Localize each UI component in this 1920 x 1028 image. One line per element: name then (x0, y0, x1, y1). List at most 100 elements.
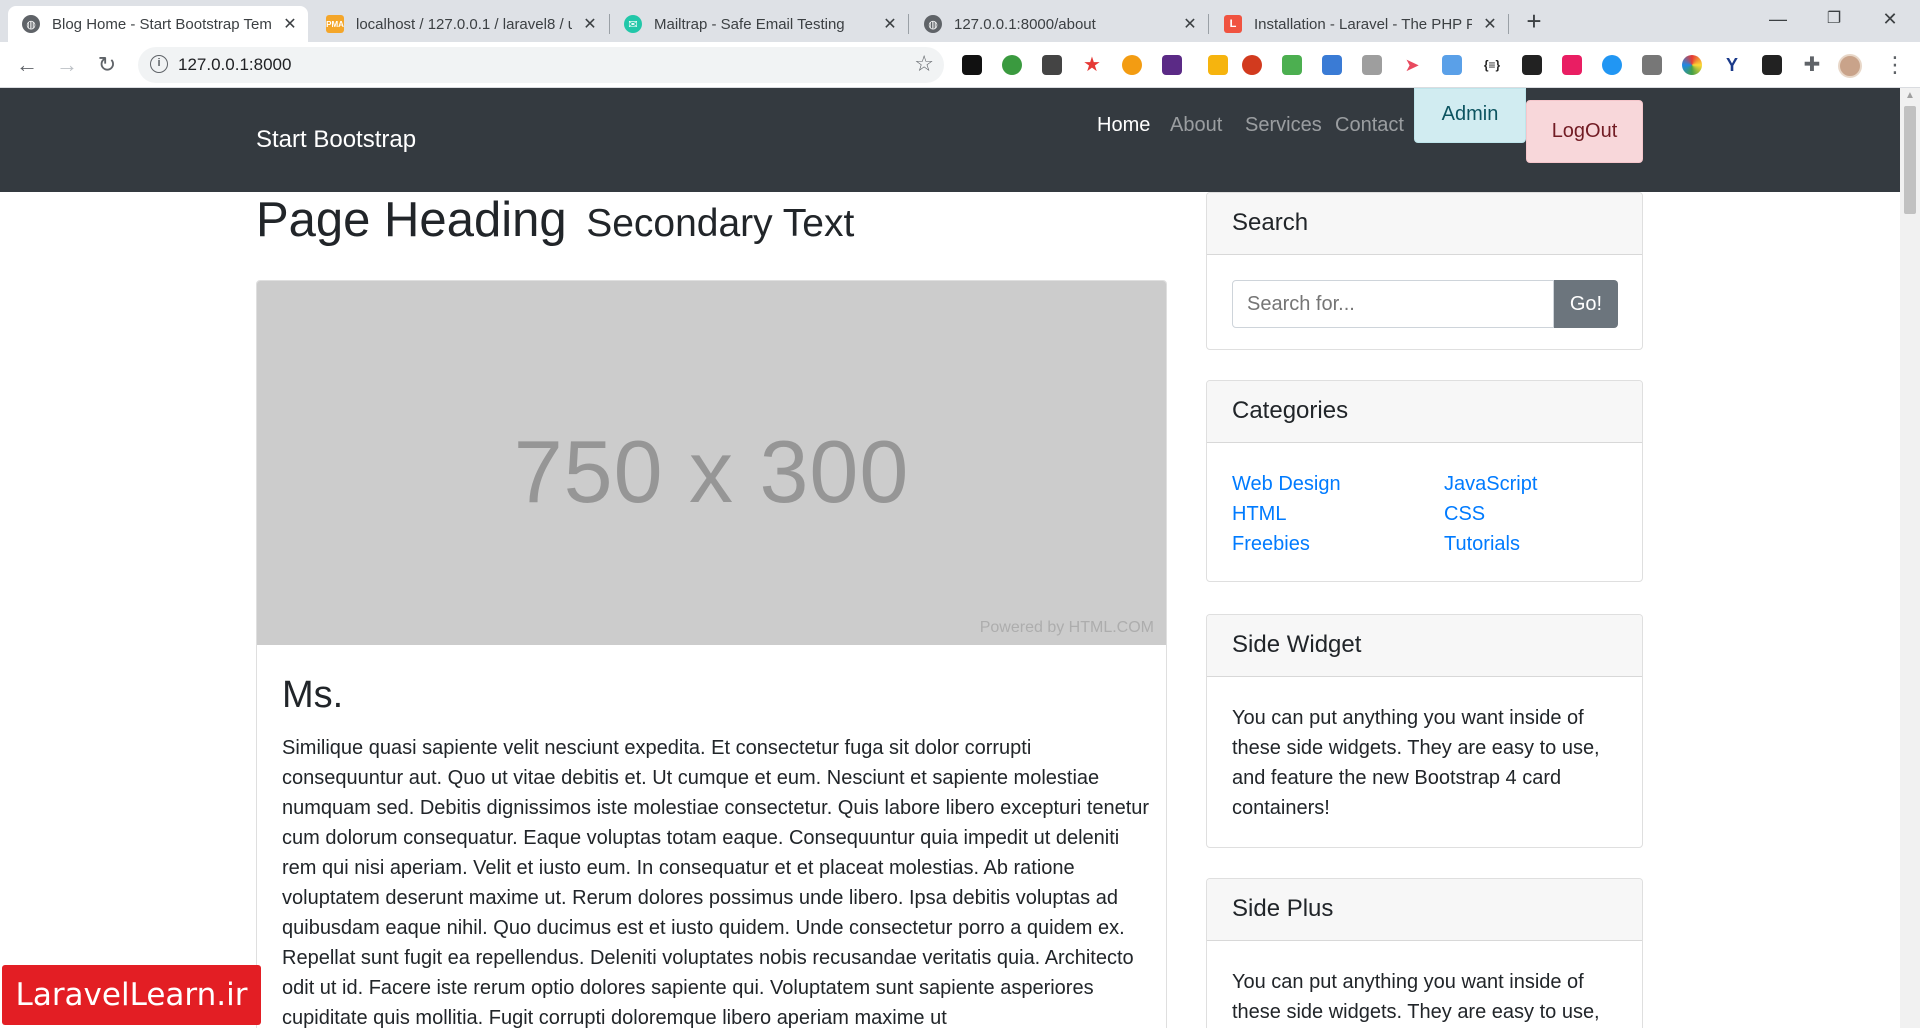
site-navbar: Start Bootstrap Home About Services Cont… (0, 88, 1900, 192)
category-link[interactable]: Web Design (1232, 469, 1444, 499)
scrollbar-thumb[interactable] (1904, 106, 1916, 214)
close-window-button[interactable]: ✕ (1862, 0, 1918, 40)
puzzle-icon[interactable]: ✚ (1802, 55, 1822, 75)
blog-post-card: 750 x 300 Powered by HTML.COM Ms. Simili… (256, 280, 1167, 1028)
nav-link-home[interactable]: Home (1097, 114, 1150, 137)
folder-extension-icon[interactable] (1208, 55, 1228, 75)
gear-extension-icon[interactable] (1442, 55, 1462, 75)
category-link[interactable]: Tutorials (1444, 529, 1614, 559)
bookmark-star-icon[interactable]: ☆ (914, 51, 934, 77)
category-link[interactable]: JavaScript (1444, 469, 1614, 499)
category-link[interactable]: HTML (1232, 499, 1444, 529)
jetbrains-extension-icon[interactable] (962, 55, 982, 75)
puzzle-extension-icon[interactable] (1162, 55, 1182, 75)
close-icon[interactable]: ✕ (1182, 14, 1198, 34)
check-extension-icon[interactable] (1522, 55, 1542, 75)
nav-link-about[interactable]: About (1170, 114, 1222, 137)
search-widget: Search Go! (1206, 192, 1643, 350)
category-link[interactable]: Freebies (1232, 529, 1444, 559)
address-bar[interactable]: i 127.0.0.1:8000 ☆ (138, 47, 944, 83)
close-icon[interactable]: ✕ (582, 14, 598, 34)
color-wheel-extension-icon[interactable] (1682, 55, 1702, 75)
placeholder-credit: Powered by HTML.COM (979, 619, 1154, 636)
profile-avatar[interactable] (1838, 54, 1862, 78)
page-subheading: Secondary Text (586, 202, 855, 245)
browser-tab-about[interactable]: ◍ 127.0.0.1:8000/about ✕ (910, 6, 1208, 42)
reload-icon[interactable]: ↻ (92, 50, 122, 80)
restore-window-button[interactable]: ❐ (1806, 0, 1862, 40)
tab-label: 127.0.0.1:8000/about (954, 15, 1096, 33)
tab-separator (1508, 14, 1509, 34)
corner-extension-icon[interactable] (1642, 55, 1662, 75)
search-widget-body: Go! (1207, 255, 1642, 349)
scroll-up-arrow-icon[interactable]: ▲ (1905, 90, 1915, 101)
close-icon[interactable]: ✕ (1482, 14, 1498, 34)
checkmark-extension-icon[interactable] (1602, 55, 1622, 75)
m-extension-icon[interactable] (1042, 55, 1062, 75)
navbar-brand[interactable]: Start Bootstrap (256, 126, 416, 154)
tab-separator (1208, 14, 1209, 34)
arrow-extension-icon[interactable]: ➤ (1402, 55, 1422, 75)
search-input[interactable] (1232, 280, 1554, 328)
minimize-window-button[interactable]: — (1750, 0, 1806, 40)
side-widget: Side Widget You can put anything you wan… (1206, 614, 1643, 848)
page-scrollbar[interactable]: ▲ (1900, 88, 1920, 1028)
v-extension-icon[interactable]: Y (1722, 55, 1742, 75)
a-extension-icon[interactable] (1562, 55, 1582, 75)
globe-icon: ◍ (22, 15, 40, 33)
tab-label: Mailtrap - Safe Email Testing (654, 15, 845, 33)
post-title: Ms. (282, 674, 344, 716)
categories-list: Web Design JavaScript HTML CSS Freebies … (1232, 469, 1617, 559)
globe-extension-icon[interactable] (1002, 55, 1022, 75)
tab-separator (908, 14, 909, 34)
sun-extension-icon[interactable] (1122, 55, 1142, 75)
info-icon[interactable]: i (150, 55, 168, 73)
tab-label: Installation - Laravel - The PHP Fr (1254, 15, 1472, 33)
browser-toolbar: ← → ↻ i 127.0.0.1:8000 ☆ ★ ➤ {≡} Y ✚ ⋮ (0, 42, 1920, 88)
category-link[interactable]: CSS (1444, 499, 1614, 529)
new-tab-button[interactable]: + (1520, 8, 1548, 36)
logout-button[interactable]: LogOut (1526, 100, 1643, 163)
side-plus-title: Side Plus (1207, 879, 1642, 941)
back-arrow-icon[interactable]: ← (12, 50, 42, 80)
categories-widget-body: Web Design JavaScript HTML CSS Freebies … (1207, 443, 1642, 581)
page-heading-text: Page Heading (256, 193, 567, 247)
camera-extension-icon[interactable] (1362, 55, 1382, 75)
star-extension-icon[interactable]: ★ (1082, 55, 1102, 75)
search-widget-title: Search (1207, 193, 1642, 255)
browser-tab-blog-home[interactable]: ◍ Blog Home - Start Bootstrap Tem ✕ (8, 6, 308, 42)
nav-link-services[interactable]: Services (1245, 114, 1322, 137)
laravel-icon: L (1224, 15, 1242, 33)
close-icon[interactable]: ✕ (282, 14, 298, 34)
placeholder-size-text: 750 x 300 (513, 422, 910, 521)
side-plus-widget: Side Plus You can put anything you want … (1206, 878, 1643, 1028)
page-viewport: Start Bootstrap Home About Services Cont… (0, 88, 1920, 1028)
flame-extension-icon[interactable] (1242, 55, 1262, 75)
tab-label: Blog Home - Start Bootstrap Tem (52, 15, 272, 33)
browser-tab-phpmyadmin[interactable]: PMA localhost / 127.0.0.1 / laravel8 / u… (312, 6, 608, 42)
admin-button[interactable]: Admin (1414, 88, 1526, 143)
post-excerpt: Similique quasi sapiente velit nesciunt … (282, 737, 1150, 1028)
search-input-group: Go! (1232, 280, 1618, 328)
nav-link-contact[interactable]: Contact (1335, 114, 1404, 137)
tab-label: localhost / 127.0.0.1 / laravel8 / u (356, 15, 572, 33)
forward-arrow-icon[interactable]: → (52, 50, 82, 80)
browser-tab-laravel[interactable]: L Installation - Laravel - The PHP Fr ✕ (1210, 6, 1508, 42)
phpmyadmin-icon: PMA (326, 15, 344, 33)
more-menu-icon[interactable]: ⋮ (1884, 52, 1906, 78)
browser-tab-bar: ◍ Blog Home - Start Bootstrap Tem ✕ PMA … (0, 0, 1920, 42)
globe-icon: ◍ (924, 15, 942, 33)
page-title: Page Heading Secondary Text (256, 192, 854, 248)
note-extension-icon[interactable] (1282, 55, 1302, 75)
search-go-button[interactable]: Go! (1554, 280, 1618, 328)
browser-tab-mailtrap[interactable]: ✉ Mailtrap - Safe Email Testing ✕ (610, 6, 908, 42)
pen-extension-icon[interactable] (1762, 55, 1782, 75)
side-plus-text: You can put anything you want inside of … (1232, 971, 1600, 1023)
close-icon[interactable]: ✕ (882, 14, 898, 34)
address-url[interactable]: 127.0.0.1:8000 (178, 55, 291, 75)
post-image-placeholder: 750 x 300 Powered by HTML.COM (257, 281, 1166, 645)
watermark-logo: LaravelLearn.ir (2, 965, 261, 1025)
json-extension-icon[interactable]: {≡} (1482, 55, 1502, 75)
chart-extension-icon[interactable] (1322, 55, 1342, 75)
categories-widget: Categories Web Design JavaScript HTML CS… (1206, 380, 1643, 582)
